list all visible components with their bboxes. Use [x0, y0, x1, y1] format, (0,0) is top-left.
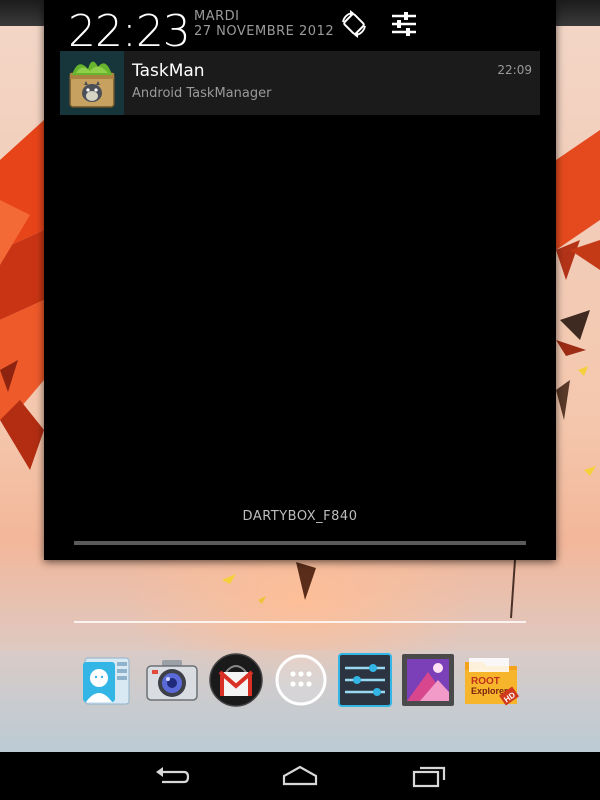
notification-taskman[interactable]: TaskMan Android TaskManager 22:09	[60, 51, 540, 115]
hotseat-dock: ROOT Explorer HD	[0, 652, 600, 708]
navigation-bar	[0, 752, 600, 800]
gallery-icon[interactable]	[400, 652, 456, 708]
gmail-icon[interactable]	[208, 652, 264, 708]
app-drawer-icon[interactable]	[273, 652, 329, 708]
carrier-label: DARTYBOX_F840	[242, 509, 358, 524]
taskman-app-icon	[60, 51, 124, 115]
notification-subtitle: Android TaskManager	[132, 86, 272, 101]
date[interactable]: 27 NOVEMBRE 2012	[194, 24, 334, 39]
quick-settings-icon[interactable]	[388, 8, 420, 40]
back-icon[interactable]	[148, 760, 196, 792]
root-explorer-icon[interactable]: ROOT Explorer HD	[463, 652, 519, 708]
recent-apps-icon[interactable]	[406, 760, 454, 792]
notification-time: 22:09	[497, 63, 532, 77]
notification-title: TaskMan	[132, 61, 205, 81]
auto-rotate-icon[interactable]	[338, 8, 370, 40]
notification-shade[interactable]: 22:23 MARDI 27 NOVEMBRE 2012 TaskMan And…	[44, 0, 556, 560]
clock[interactable]: 22:23	[68, 4, 190, 50]
camera-icon[interactable]	[144, 652, 200, 708]
shade-header: 22:23 MARDI 27 NOVEMBRE 2012	[44, 0, 556, 50]
day-of-week[interactable]: MARDI	[194, 9, 240, 24]
contacts-icon[interactable]	[79, 652, 135, 708]
shade-drag-handle[interactable]	[74, 541, 526, 545]
home-icon[interactable]	[276, 760, 324, 792]
dock-divider	[74, 621, 526, 623]
settings-sliders-icon[interactable]	[337, 652, 393, 708]
